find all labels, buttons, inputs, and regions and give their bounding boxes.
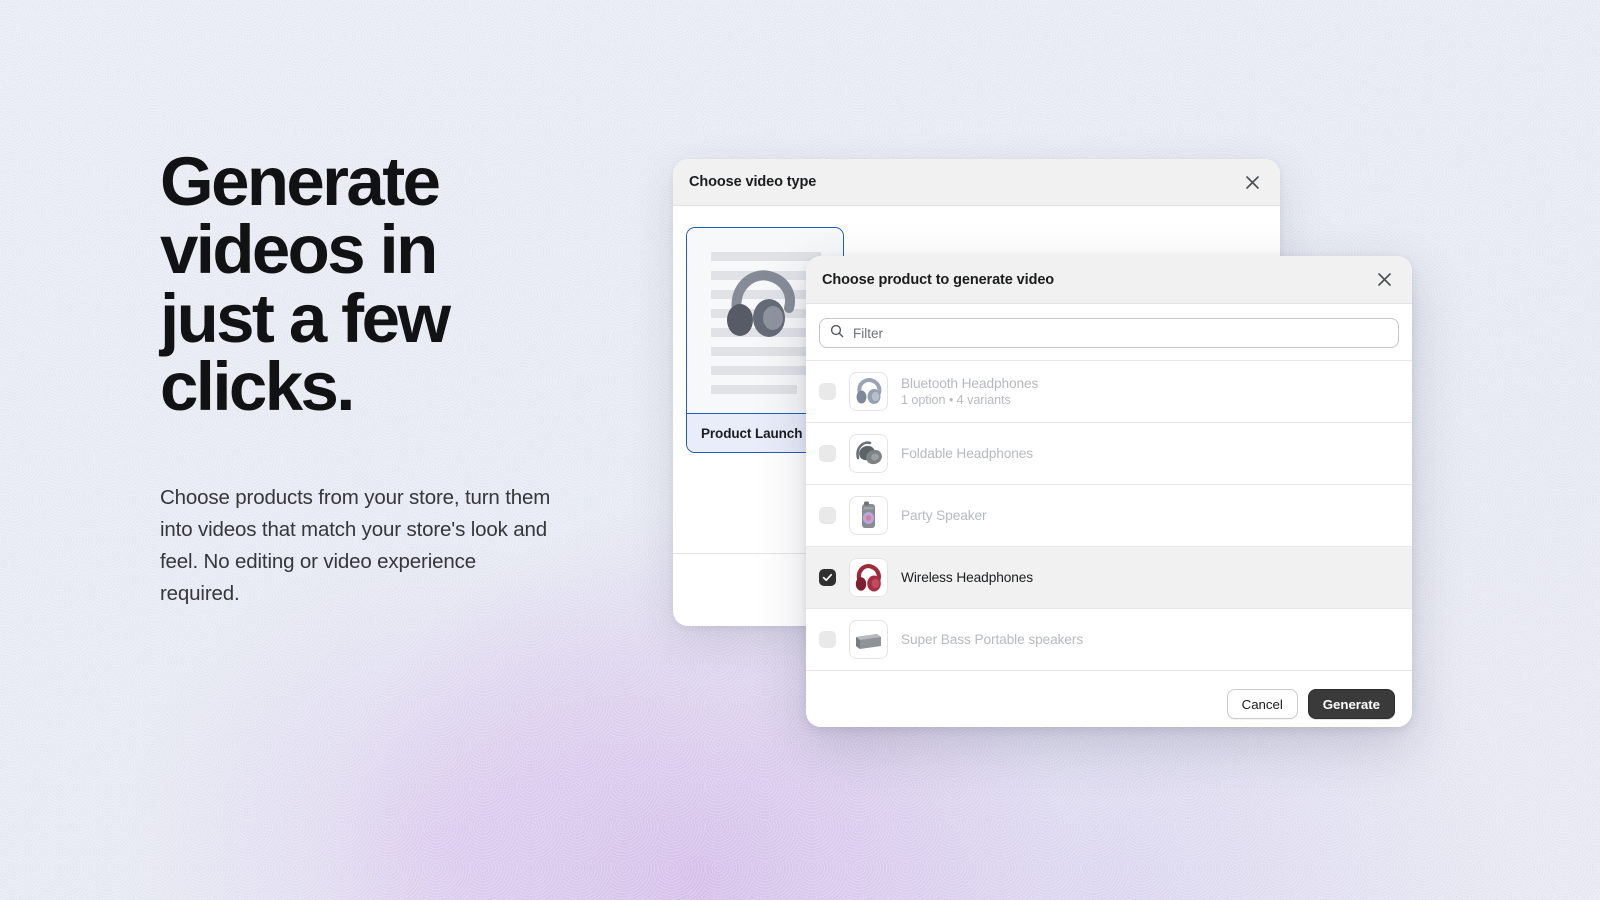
wireless-headphones-thumbnail [849,558,888,597]
product-name: Super Bass Portable speakers [901,632,1084,647]
generate-button[interactable]: Generate [1307,689,1395,719]
product-texts: Bluetooth Headphones 1 option • 4 varian… [901,376,1038,407]
product-name: Bluetooth Headphones [901,376,1039,391]
list-item[interactable]: Foldable Headphones [806,423,1412,485]
product-name: Wireless Headphones [901,570,1034,585]
page-title: Generate videos in just a few clicks. [160,143,451,425]
close-icon[interactable] [1238,168,1266,196]
product-texts: Wireless Headphones [901,570,1033,585]
video-type-modal-header: Choose video type [673,159,1280,206]
foldable-headphones-thumbnail [849,434,888,473]
list-item[interactable]: Party Speaker [806,485,1412,547]
product-meta: 1 option • 4 variants [901,393,1011,407]
search-input[interactable] [853,325,1388,341]
product-checkbox[interactable] [819,383,836,400]
choose-product-modal: Choose product to generate video Filter … [806,256,1412,727]
bluetooth-headphones-thumbnail [849,372,888,411]
product-filter-section [806,304,1412,360]
product-texts: Party Speaker [901,508,987,523]
product-modal-title: Choose product to generate video [822,271,1055,288]
search-icon [830,324,844,343]
headphones-illustration [727,270,795,337]
product-texts: Super Bass Portable speakers [901,632,1083,647]
product-checkbox[interactable] [819,631,836,648]
list-item[interactable]: Wireless Headphones [806,547,1412,609]
product-modal-footer: Cancel Generate [806,671,1412,727]
cancel-button[interactable]: Cancel [1226,689,1298,719]
product-texts: Foldable Headphones [901,446,1033,461]
product-name: Party Speaker [901,508,987,523]
product-checkbox[interactable] [819,445,836,462]
close-icon[interactable] [1370,266,1398,294]
product-checkbox[interactable] [819,569,836,586]
hero-subtitle: Choose products from your store, turn th… [160,486,551,606]
product-checkbox[interactable] [819,507,836,524]
product-name: Foldable Headphones [901,446,1034,461]
search-box[interactable] [819,318,1399,348]
list-item[interactable]: Bluetooth Headphones 1 option • 4 varian… [806,361,1412,423]
video-type-modal-title: Choose video type [689,174,817,190]
party-speaker-thumbnail [849,496,888,535]
list-item[interactable]: Super Bass Portable speakers [806,609,1412,671]
checkmark-icon [822,573,833,582]
product-list: Bluetooth Headphones 1 option • 4 varian… [806,360,1412,671]
super-bass-speakers-thumbnail [849,620,888,659]
product-modal-header: Choose product to generate video [806,256,1412,304]
hero-section: Generate videos in just a few clicks. Ch… [160,143,680,610]
